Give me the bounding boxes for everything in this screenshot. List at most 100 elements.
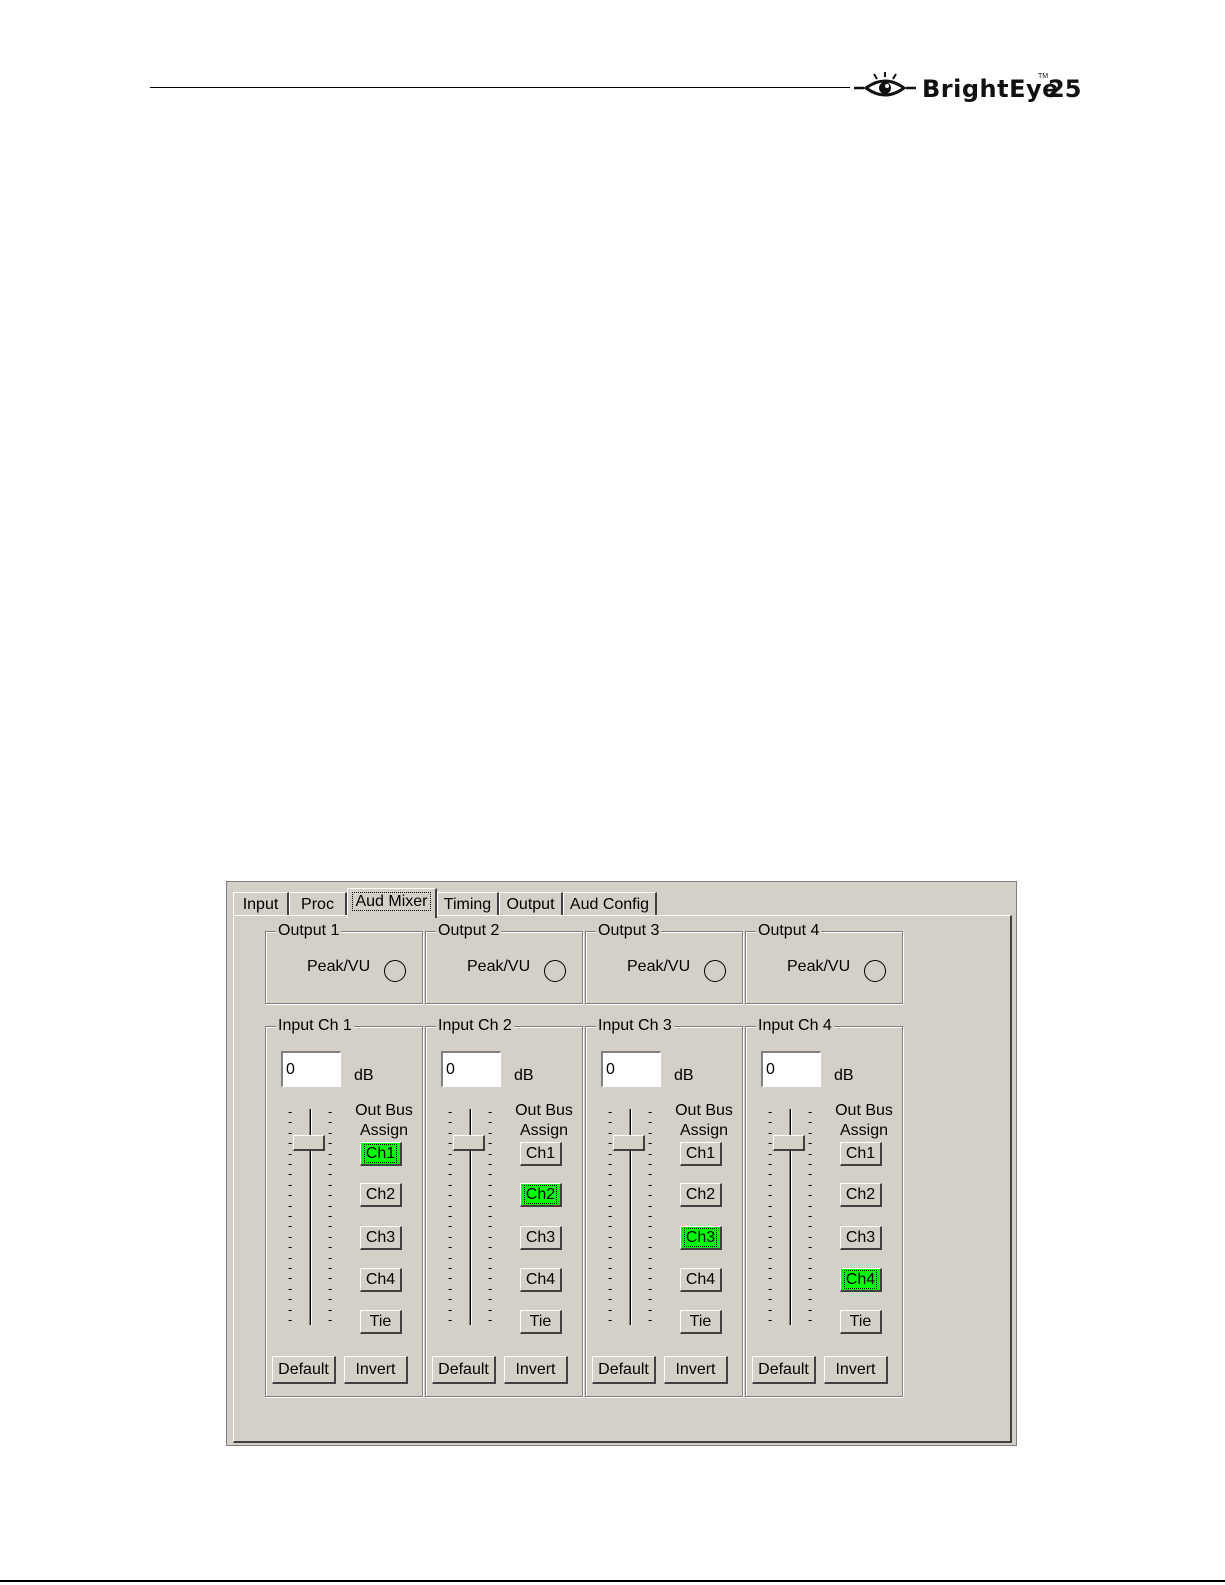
tab-output[interactable]: Output (499, 892, 563, 916)
assign-button-label: Ch1 (525, 1145, 556, 1162)
assign-button-ch4[interactable]: Ch4 (840, 1268, 882, 1292)
assign-button-ch3[interactable]: Ch3 (360, 1226, 402, 1250)
invert-button[interactable]: Invert (344, 1356, 408, 1384)
slider-thumb[interactable] (613, 1135, 645, 1151)
out-bus-assign-label: Out Bus Assign (508, 1101, 580, 1141)
input-group-title: Input Ch 2 (436, 1017, 514, 1035)
out-bus-label-line1: Out Bus (835, 1102, 893, 1119)
default-button[interactable]: Default (752, 1356, 816, 1384)
assign-button-tie[interactable]: Tie (520, 1310, 562, 1334)
header-rule (150, 87, 850, 88)
assign-button-ch1[interactable]: Ch1 (360, 1142, 402, 1166)
assign-button-ch3[interactable]: Ch3 (680, 1226, 722, 1250)
out-bus-label-line2: Assign (359, 1122, 409, 1139)
gain-db-field[interactable] (601, 1051, 661, 1087)
brighteye-logo: BrightEye TM 25 (852, 70, 1082, 106)
gain-slider[interactable]: ----------------------------------------… (606, 1105, 656, 1331)
assign-button-label: Ch2 (685, 1186, 716, 1203)
assign-button-ch2[interactable]: Ch2 (520, 1183, 562, 1207)
assign-button-label: Ch4 (843, 1270, 878, 1289)
tab-label: Proc (301, 896, 334, 913)
tab-label: Timing (443, 896, 492, 913)
peak-vu-indicator-icon (704, 960, 726, 982)
slider-tick: - (288, 1312, 293, 1327)
gain-slider[interactable]: ----------------------------------------… (766, 1105, 816, 1331)
tab-input[interactable]: Input (233, 892, 289, 916)
slider-tick: - (448, 1312, 453, 1327)
db-unit-label: dB (514, 1067, 534, 1084)
out-bus-assign-label: Out Bus Assign (348, 1101, 420, 1141)
peak-vu-label: Peak/VU (787, 958, 851, 975)
gain-db-field[interactable] (761, 1051, 821, 1087)
assign-button-tie[interactable]: Tie (680, 1310, 722, 1334)
out-bus-label-line2: Assign (679, 1122, 729, 1139)
slider-tick: - (768, 1312, 773, 1327)
assign-button-label: Ch2 (845, 1186, 876, 1203)
input-group-title: Input Ch 3 (596, 1017, 674, 1035)
assign-button-ch1[interactable]: Ch1 (520, 1142, 562, 1166)
assign-button-tie[interactable]: Tie (840, 1310, 882, 1334)
slider-thumb[interactable] (453, 1135, 485, 1151)
assign-button-ch4[interactable]: Ch4 (360, 1268, 402, 1292)
input-ch-1-group: Input Ch 1dB----------------------------… (265, 1017, 423, 1397)
invert-button[interactable]: Invert (504, 1356, 568, 1384)
tab-label: Input (242, 896, 279, 913)
input-ch-4-group: Input Ch 4dB----------------------------… (745, 1017, 903, 1397)
assign-button-ch1[interactable]: Ch1 (680, 1142, 722, 1166)
assign-button-ch2[interactable]: Ch2 (680, 1183, 722, 1207)
peak-vu-label: Peak/VU (467, 958, 531, 975)
peak-vu-indicator-icon (544, 960, 566, 982)
tab-label: Aud Mixer (352, 892, 431, 911)
out-bus-assign-label: Out Bus Assign (668, 1101, 740, 1141)
slider-tick: - (608, 1312, 613, 1327)
assign-button-ch2[interactable]: Ch2 (360, 1183, 402, 1207)
assign-button-label: Ch3 (365, 1229, 396, 1246)
output-4-group: Output 4 Peak/VU (745, 922, 903, 1004)
tab-aud-mixer[interactable]: Aud Mixer (347, 888, 437, 918)
default-button[interactable]: Default (592, 1356, 656, 1384)
assign-button-label: Ch4 (525, 1271, 556, 1288)
input-ch-2-group: Input Ch 2dB----------------------------… (425, 1017, 583, 1397)
default-button[interactable]: Default (432, 1356, 496, 1384)
tab-label: Aud Config (569, 896, 650, 913)
output-2-group: Output 2 Peak/VU (425, 922, 583, 1004)
assign-button-ch3[interactable]: Ch3 (840, 1226, 882, 1250)
assign-button-ch4[interactable]: Ch4 (680, 1268, 722, 1292)
invert-button[interactable]: Invert (664, 1356, 728, 1384)
default-button[interactable]: Default (272, 1356, 336, 1384)
invert-button[interactable]: Invert (824, 1356, 888, 1384)
slider-thumb[interactable] (293, 1135, 325, 1151)
tab-timing[interactable]: Timing (437, 892, 499, 916)
tab-proc[interactable]: Proc (289, 892, 347, 916)
out-bus-label-line1: Out Bus (355, 1102, 413, 1119)
slider-tick: - (808, 1312, 813, 1327)
tab-label: Output (506, 896, 555, 913)
db-unit-label: dB (674, 1067, 694, 1084)
assign-button-ch1[interactable]: Ch1 (840, 1142, 882, 1166)
assign-button-label: Ch1 (685, 1145, 716, 1162)
assign-button-ch2[interactable]: Ch2 (840, 1183, 882, 1207)
gain-slider[interactable]: ----------------------------------------… (446, 1105, 496, 1331)
tab-page-aud-mixer: Output 1 Peak/VU Output 2 Peak/VU Output 3 Pe… (233, 915, 1012, 1443)
logo-trademark: TM (1038, 73, 1049, 80)
slider-thumb[interactable] (773, 1135, 805, 1151)
slider-tick: - (648, 1312, 653, 1327)
output-group-title: Output 2 (436, 922, 502, 940)
assign-button-label: Ch3 (845, 1229, 876, 1246)
db-unit-label: dB (834, 1067, 854, 1084)
gain-slider[interactable]: ----------------------------------------… (286, 1105, 336, 1331)
gain-db-field[interactable] (441, 1051, 501, 1087)
assign-button-label: Ch3 (525, 1229, 556, 1246)
slider-tick: - (488, 1312, 493, 1327)
output-group-title: Output 3 (596, 922, 662, 940)
tab-aud-config[interactable]: Aud Config (563, 892, 657, 916)
output-3-group: Output 3 Peak/VU (585, 922, 743, 1004)
gain-db-field[interactable] (281, 1051, 341, 1087)
assign-button-ch3[interactable]: Ch3 (520, 1226, 562, 1250)
out-bus-label-line2: Assign (519, 1122, 569, 1139)
peak-vu-indicator-icon (864, 960, 886, 982)
assign-button-label: Ch4 (365, 1271, 396, 1288)
assign-button-tie[interactable]: Tie (360, 1310, 402, 1334)
input-group-title: Input Ch 1 (276, 1017, 354, 1035)
assign-button-ch4[interactable]: Ch4 (520, 1268, 562, 1292)
